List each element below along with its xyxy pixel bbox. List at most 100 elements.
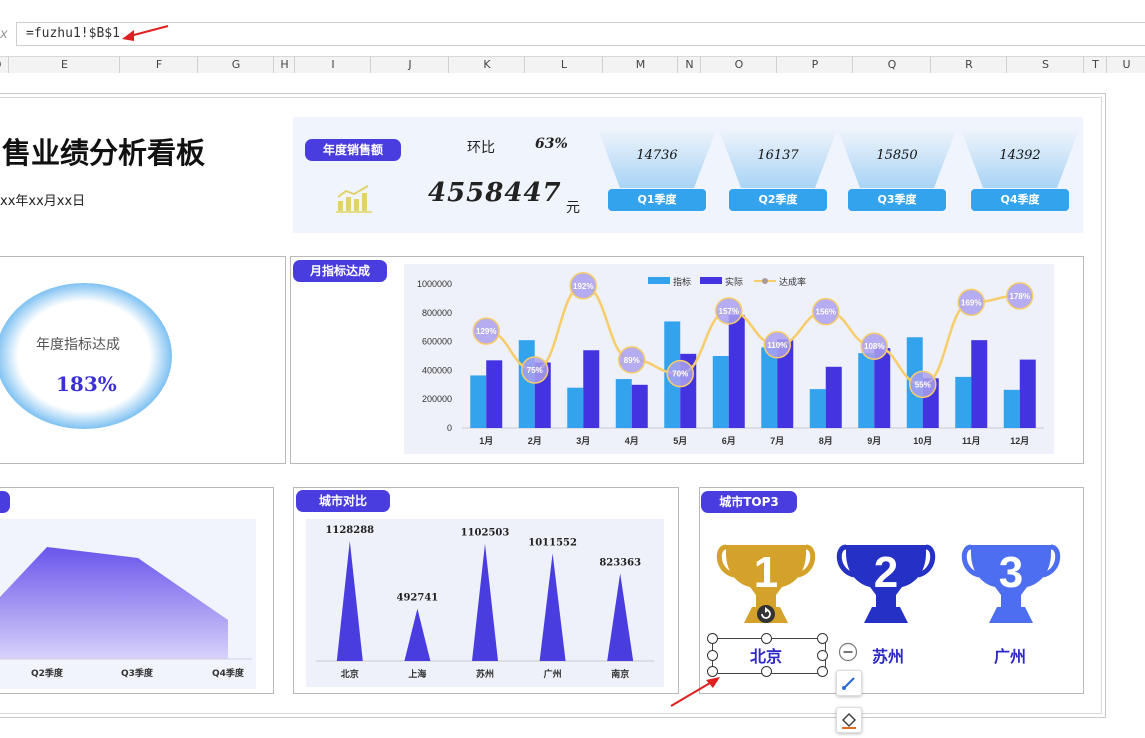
column-header-I[interactable]: I <box>294 57 371 73</box>
dashboard-title: 售业绩分析看板 <box>2 136 206 170</box>
quarter-label-4: Q4季度 <box>971 189 1069 211</box>
rotate-icon[interactable] <box>756 604 776 624</box>
monthly-rate-label: 108% <box>864 342 884 351</box>
city-value-label: 1102503 <box>461 528 510 539</box>
fill-color-button[interactable] <box>836 707 862 733</box>
column-header-G[interactable]: G <box>197 57 274 73</box>
city-bar <box>404 608 431 661</box>
resize-handle-w[interactable] <box>707 650 718 661</box>
resize-handle-nw[interactable] <box>707 633 718 644</box>
quarter-area-label-q3: Q3季度 <box>121 669 153 679</box>
column-header-E[interactable]: E <box>8 57 120 73</box>
monthly-actual-bar <box>971 340 988 428</box>
city-bar <box>472 543 498 661</box>
monthly-actual-bar <box>874 348 891 428</box>
column-header: DEFGHIJKLMNOPQRSTU <box>0 56 1145 74</box>
monthly-xtick: 8月 <box>819 436 833 446</box>
monthly-xtick: 6月 <box>722 436 736 446</box>
monthly-rate-label: 55% <box>915 380 931 389</box>
quarter-area-chart <box>0 519 256 689</box>
column-header-F[interactable]: F <box>119 57 198 73</box>
quarter-label-1: Q1季度 <box>608 189 706 211</box>
annual-sales-value: 4558447 <box>428 178 562 208</box>
top3-title: 城市TOP3 <box>701 491 797 513</box>
monthly-rate-label: 70% <box>672 370 688 379</box>
column-header-O[interactable]: O <box>700 57 777 73</box>
resize-handle-s[interactable] <box>761 666 772 677</box>
trophy-rank-1: 1 <box>754 548 778 597</box>
monthly-target-bar <box>809 389 826 428</box>
column-header-L[interactable]: L <box>524 57 603 73</box>
monthly-target-bar <box>712 356 729 428</box>
column-header-T[interactable]: T <box>1083 57 1107 73</box>
column-header-S[interactable]: S <box>1006 57 1084 73</box>
formula-text[interactable]: =fuzhu1!$B$1 <box>26 26 120 41</box>
toolbar-strip <box>0 0 1145 15</box>
monthly-target-bar <box>955 376 972 428</box>
column-header-N[interactable]: N <box>677 57 701 73</box>
city-compare-chart: 1128288 北京 492741 上海 1102503 苏州 1011552 广州 82336… <box>306 519 664 687</box>
legend-label: 指标 <box>673 276 691 287</box>
resize-handle-se[interactable] <box>817 666 828 677</box>
column-header-D[interactable]: D <box>0 57 1 73</box>
city-category-label: 北京 <box>341 668 359 679</box>
monthly-actual-bar <box>1019 359 1036 428</box>
column-header-R[interactable]: R <box>930 57 1007 73</box>
quarter-area-label-q4: Q4季度 <box>212 669 244 679</box>
monthly-rate-label: 75% <box>527 366 543 375</box>
monthly-ytick: 800000 <box>422 308 452 318</box>
annotation-arrow-selection <box>670 677 720 707</box>
monthly-rate-label: 178% <box>1010 292 1030 301</box>
monthly-rate-label: 192% <box>573 282 593 291</box>
city-bar <box>607 573 634 661</box>
trophy-city-3: 广州 <box>994 647 1027 666</box>
fx-label: x <box>0 27 8 42</box>
dashboard-date: xx年xx月xx日 <box>0 194 86 209</box>
quarter-label-2: Q2季度 <box>729 189 827 211</box>
monthly-xtick: 7月 <box>770 436 784 446</box>
annual-sales-label: 年度销售额 <box>305 139 401 161</box>
city-category-label: 南京 <box>611 668 629 679</box>
column-header-H[interactable]: H <box>273 57 295 73</box>
legend-marker <box>762 278 768 284</box>
column-header-J[interactable]: J <box>370 57 449 73</box>
quarter-value-1: 14736 <box>636 148 678 163</box>
resize-handle-ne[interactable] <box>817 633 828 644</box>
column-header-K[interactable]: K <box>448 57 525 73</box>
monthly-target-bar <box>858 353 875 428</box>
resize-handle-n[interactable] <box>761 633 772 644</box>
column-header-M[interactable]: M <box>602 57 678 73</box>
resize-handle-e[interactable] <box>817 650 828 661</box>
monthly-ytick: 0 <box>447 423 452 433</box>
formula-input[interactable] <box>16 22 1145 46</box>
column-header-U[interactable]: U <box>1106 57 1145 73</box>
mom-value: 63% <box>535 136 568 152</box>
column-header-P[interactable]: P <box>776 57 853 73</box>
collapse-minus-icon[interactable] <box>838 642 858 662</box>
monthly-target-bar <box>1003 389 1020 428</box>
trophy-3-icon: 3 <box>961 544 1061 623</box>
monthly-target-bar <box>470 375 487 428</box>
brush-icon <box>842 677 855 690</box>
currency-unit: 元 <box>566 200 580 216</box>
city-category-label: 苏州 <box>476 668 494 679</box>
city-compare-title: 城市对比 <box>296 490 390 512</box>
target-value: 183% <box>56 372 117 396</box>
monthly-title: 月指标达成 <box>293 260 387 282</box>
monthly-rate-label: 157% <box>719 307 739 316</box>
monthly-rate-line <box>486 284 1020 386</box>
format-brush-button[interactable] <box>836 670 862 696</box>
legend-label: 实际 <box>725 276 743 287</box>
city-category-label: 广州 <box>544 668 562 679</box>
monthly-target-bar <box>518 340 535 428</box>
trophy-rank-3: 3 <box>999 548 1023 597</box>
city-value-label: 1128288 <box>325 525 374 536</box>
monthly-target-bar <box>761 347 778 428</box>
monthly-xtick: 9月 <box>867 436 881 446</box>
quarter-area-label-q2: Q2季度 <box>31 669 63 679</box>
quarter-value-2: 16137 <box>757 148 799 163</box>
monthly-rate-label: 89% <box>624 356 640 365</box>
monthly-ytick: 400000 <box>422 365 452 375</box>
column-header-Q[interactable]: Q <box>852 57 931 73</box>
monthly-xtick: 10月 <box>913 436 932 446</box>
